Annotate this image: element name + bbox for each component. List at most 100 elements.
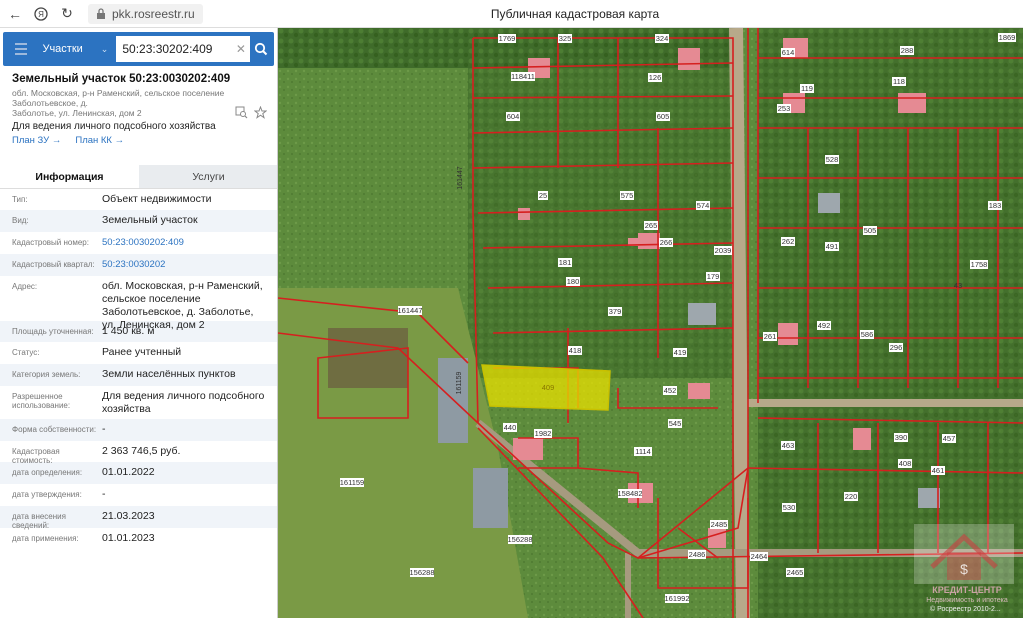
svg-text:604: 604 — [507, 112, 520, 121]
svg-text:262: 262 — [782, 237, 795, 246]
info-row-status: Статус: Ранее учтенный — [12, 346, 182, 358]
svg-text:161159: 161159 — [456, 371, 463, 394]
svg-text:296: 296 — [890, 343, 903, 352]
info-row-kind: Вид: Земельный участок — [0, 210, 277, 232]
info-row-approval-date: дата утверждения: - — [12, 488, 106, 500]
svg-text:2465: 2465 — [787, 568, 804, 577]
search-button[interactable] — [254, 40, 268, 58]
svg-text:457: 457 — [943, 434, 956, 443]
tab-bar: Информация Услуги — [0, 165, 277, 189]
back-icon[interactable]: ← — [6, 5, 24, 23]
plan-zu-link[interactable]: План ЗУ → — [12, 135, 61, 146]
svg-text:156288: 156288 — [507, 535, 532, 544]
info-row-cadastral-value: Кадастровая стоимость: 2 363 746,5 руб. — [12, 445, 181, 465]
svg-text:419: 419 — [674, 348, 687, 357]
svg-text:440: 440 — [504, 423, 517, 432]
svg-text:2485: 2485 — [711, 520, 728, 529]
search-input[interactable]: 50:23:30202:409 ✕ — [116, 36, 250, 62]
watermark-tagline: Недвижимость и ипотека — [926, 597, 1008, 604]
svg-text:452: 452 — [664, 386, 677, 395]
svg-text:575: 575 — [621, 191, 634, 200]
tab-services[interactable]: Услуги — [139, 165, 277, 188]
svg-text:118: 118 — [893, 77, 905, 86]
svg-text:119: 119 — [801, 84, 813, 93]
search-query: 50:23:30202:409 — [122, 42, 213, 56]
svg-text:418: 418 — [569, 346, 582, 355]
svg-text:179: 179 — [707, 272, 720, 281]
svg-text:158482: 158482 — [617, 489, 642, 498]
info-table: Тип: Объект недвижимости Вид: Земельный уч… — [0, 189, 277, 550]
svg-text:181: 181 — [559, 258, 572, 267]
info-row-determination-date: дата определения: 01.01.2022 — [0, 462, 277, 484]
info-row-cadastral-quarter: Кадастровый квартал: 50:23:0030202 — [0, 254, 277, 276]
svg-text:574: 574 — [697, 201, 710, 210]
reload-icon[interactable]: ↻ — [58, 5, 76, 23]
svg-text:1769: 1769 — [499, 34, 516, 43]
svg-text:183: 183 — [989, 201, 1002, 210]
svg-text:161447: 161447 — [457, 166, 464, 189]
svg-text:614: 614 — [782, 48, 795, 57]
svg-text:530: 530 — [783, 503, 796, 512]
info-row-type: Тип: Объект недвижимости — [12, 193, 212, 205]
svg-text:220: 220 — [845, 492, 858, 501]
svg-text:2039: 2039 — [715, 246, 732, 255]
svg-text:409: 409 — [542, 383, 555, 392]
zoom-to-icon[interactable] — [235, 106, 248, 119]
watermark-brand: КРЕДИТ-ЦЕНТР — [932, 585, 1002, 595]
svg-text:1114: 1114 — [635, 447, 651, 456]
svg-text:1982: 1982 — [535, 429, 552, 438]
chevron-down-icon[interactable]: ⌄ — [101, 44, 109, 55]
svg-text:324: 324 — [656, 34, 669, 43]
svg-text:265: 265 — [645, 221, 658, 230]
parcel-title: Земельный участок 50:23:0030202:409 — [12, 73, 231, 85]
plan-kk-link[interactable]: План КК → — [75, 135, 124, 146]
search-bar: Участки ⌄ 50:23:30202:409 ✕ — [3, 32, 274, 66]
svg-text:2464: 2464 — [751, 552, 768, 561]
parcel-address: обл. Московская, р-н Раменский, сельское… — [12, 88, 266, 118]
svg-text:$: $ — [960, 561, 968, 577]
svg-text:461: 461 — [932, 466, 945, 475]
lock-icon — [97, 7, 105, 19]
info-row-land-category: Категория земель: Земли населённых пункто… — [0, 364, 277, 386]
svg-text:156288: 156288 — [409, 568, 434, 577]
svg-text:161447: 161447 — [397, 306, 422, 315]
svg-text:261: 261 — [764, 332, 777, 341]
svg-text:43: 43 — [954, 281, 962, 290]
parcel-address-line1: обл. Московская, р-н Раменский, сельское… — [12, 88, 225, 108]
info-row-address: Адрес: обл. Московская, р-н Раменский, се… — [12, 280, 263, 331]
svg-text:492: 492 — [818, 321, 831, 330]
info-panel: Участки ⌄ 50:23:30202:409 ✕ Земельный уч… — [0, 28, 278, 618]
svg-text:1869: 1869 — [999, 33, 1016, 42]
yandex-icon[interactable]: Я — [32, 5, 50, 23]
svg-text:379: 379 — [609, 307, 622, 316]
svg-text:605: 605 — [657, 112, 670, 121]
search-icon — [254, 42, 268, 56]
menu-icon[interactable] — [15, 43, 28, 55]
svg-text:288: 288 — [901, 46, 914, 55]
svg-text:253: 253 — [778, 104, 791, 113]
info-row-cadastral-number: Кадастровый номер: 50:23:0030202:409 — [12, 237, 184, 248]
svg-text:545: 545 — [669, 419, 682, 428]
svg-text:528: 528 — [826, 155, 839, 164]
map-attribution: © Росреестр 2010-2... — [930, 606, 1001, 613]
svg-text:586: 586 — [861, 330, 874, 339]
svg-text:505: 505 — [864, 226, 877, 235]
svg-text:180: 180 — [567, 277, 580, 286]
tab-information[interactable]: Информация — [0, 165, 139, 188]
svg-text:2486: 2486 — [689, 550, 706, 559]
info-row-ownership: Форма собственности: - — [0, 419, 277, 441]
info-row-permitted-use: Разрешенное использование: Для ведения ли… — [12, 390, 265, 415]
svg-text:266: 266 — [660, 238, 673, 247]
close-icon[interactable]: ✕ — [236, 42, 246, 56]
svg-text:Я: Я — [38, 10, 44, 19]
info-row-entry-date: дата внесения сведений: 21.03.2023 — [0, 506, 277, 530]
search-type-select[interactable]: Участки — [42, 43, 82, 55]
parcel-use: Для ведения личного подсобного хозяйства — [12, 121, 216, 132]
info-row-application-date: дата применения: 01.01.2023 — [12, 532, 155, 544]
parcel-address-line2: Заболотье, ул. Ленинская, дом 2 — [12, 108, 142, 118]
svg-text:325: 325 — [559, 34, 572, 43]
browser-toolbar: ← Я ↻ pkk.rosreestr.ru Публичная кадастр… — [0, 0, 1023, 28]
address-bar[interactable]: pkk.rosreestr.ru — [88, 3, 203, 24]
svg-text:126: 126 — [649, 73, 662, 82]
star-icon[interactable] — [254, 106, 267, 119]
